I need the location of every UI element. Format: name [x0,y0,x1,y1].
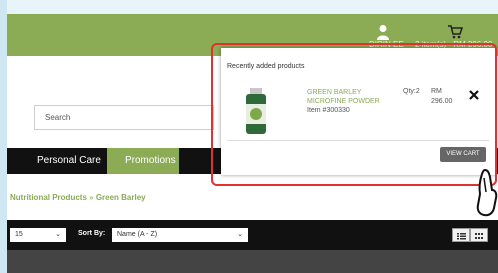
pointer-hand-icon [476,168,498,217]
top-band [7,0,498,14]
chevron-down-icon: ⌄ [237,231,243,238]
chevron-down-icon: ⌄ [55,231,61,238]
sort-select[interactable]: Name (A - Z) ⌄ [112,228,248,242]
listing-toolbar: 15 ⌄ Sort By: Name (A - Z) ⌄ [7,220,498,250]
per-page-value: 15 [15,231,23,238]
nav-item-personal-care[interactable]: Personal Care [37,155,101,166]
cart-icon[interactable] [447,25,463,39]
breadcrumb-current: Green Barley [95,193,146,202]
user-icon[interactable] [376,24,390,40]
sort-label: Sort By: [78,230,106,237]
nav-item-label: Promotions [125,155,176,166]
per-page-select[interactable]: 15 ⌄ [10,228,66,242]
sort-value: Name (A - Z) [117,231,158,238]
search-input[interactable]: Search [34,105,214,130]
list-view-icon [457,233,466,240]
breadcrumb-parent[interactable]: Nutritional Products [10,193,87,202]
search-placeholder: Search [45,113,71,122]
breadcrumb-separator: » [89,193,94,202]
bottom-strip [7,250,498,273]
grid-view-icon [475,233,483,239]
highlight-annotation [211,43,497,186]
screenshot: DIRIN EE 2 item(s) - RM 296.00 Search Pe… [7,0,498,273]
breadcrumb: Nutritional Products » Green Barley [10,193,146,202]
nav-item-promotions[interactable]: Promotions [107,148,179,174]
list-view-button[interactable] [452,228,470,242]
grid-view-button[interactable] [470,228,488,242]
